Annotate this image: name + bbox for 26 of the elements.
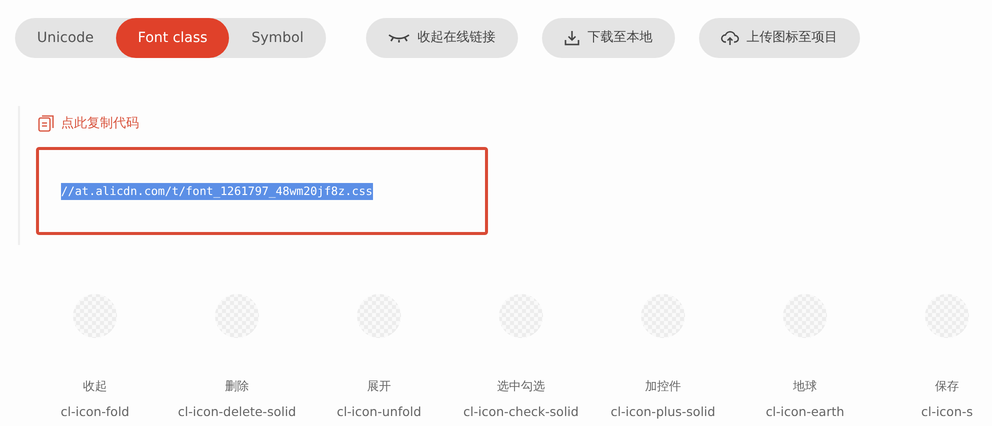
format-tab[interactable]: Font class — [116, 18, 230, 58]
cloud-upload-icon — [720, 30, 739, 46]
copy-icon — [38, 115, 55, 132]
icon-class-name: cl-icon-delete-solid — [178, 403, 296, 422]
closed-eye-icon — [388, 33, 410, 43]
icon-title: 加控件 — [645, 378, 681, 396]
format-tab[interactable]: Unicode — [15, 18, 116, 58]
download-icon — [564, 30, 580, 46]
format-tab[interactable]: Symbol — [229, 18, 326, 58]
collapse-link-button[interactable]: 收起在线链接 — [366, 18, 518, 58]
icon-title: 删除 — [225, 378, 249, 396]
download-button[interactable]: 下载至本地 — [542, 18, 675, 58]
icon-title: 展开 — [367, 378, 391, 396]
icon-title: 收起 — [83, 378, 107, 396]
upload-button[interactable]: 上传图标至项目 — [698, 18, 860, 58]
icon-title: 地球 — [793, 378, 817, 396]
css-link[interactable]: //at.alicdn.com/t/font_1261797_48wm20jf8z.css — [61, 182, 373, 200]
icon-title: 保存 — [935, 378, 959, 396]
icon-class-name: cl-icon-fold — [60, 403, 130, 422]
icon-class-name: cl-icon-unfold — [336, 403, 422, 422]
icon-class-name: cl-icon-check-solid — [463, 403, 579, 422]
icon-class-name: cl-icon-earth — [766, 403, 844, 422]
icon-class-name: cl-icon-plus-solid — [610, 403, 716, 422]
icon-title: 选中勾选 — [497, 378, 545, 396]
copy-code-link[interactable]: 点此复制代码 — [38, 114, 139, 134]
icon-class-name: cl-icon-s — [921, 403, 973, 422]
